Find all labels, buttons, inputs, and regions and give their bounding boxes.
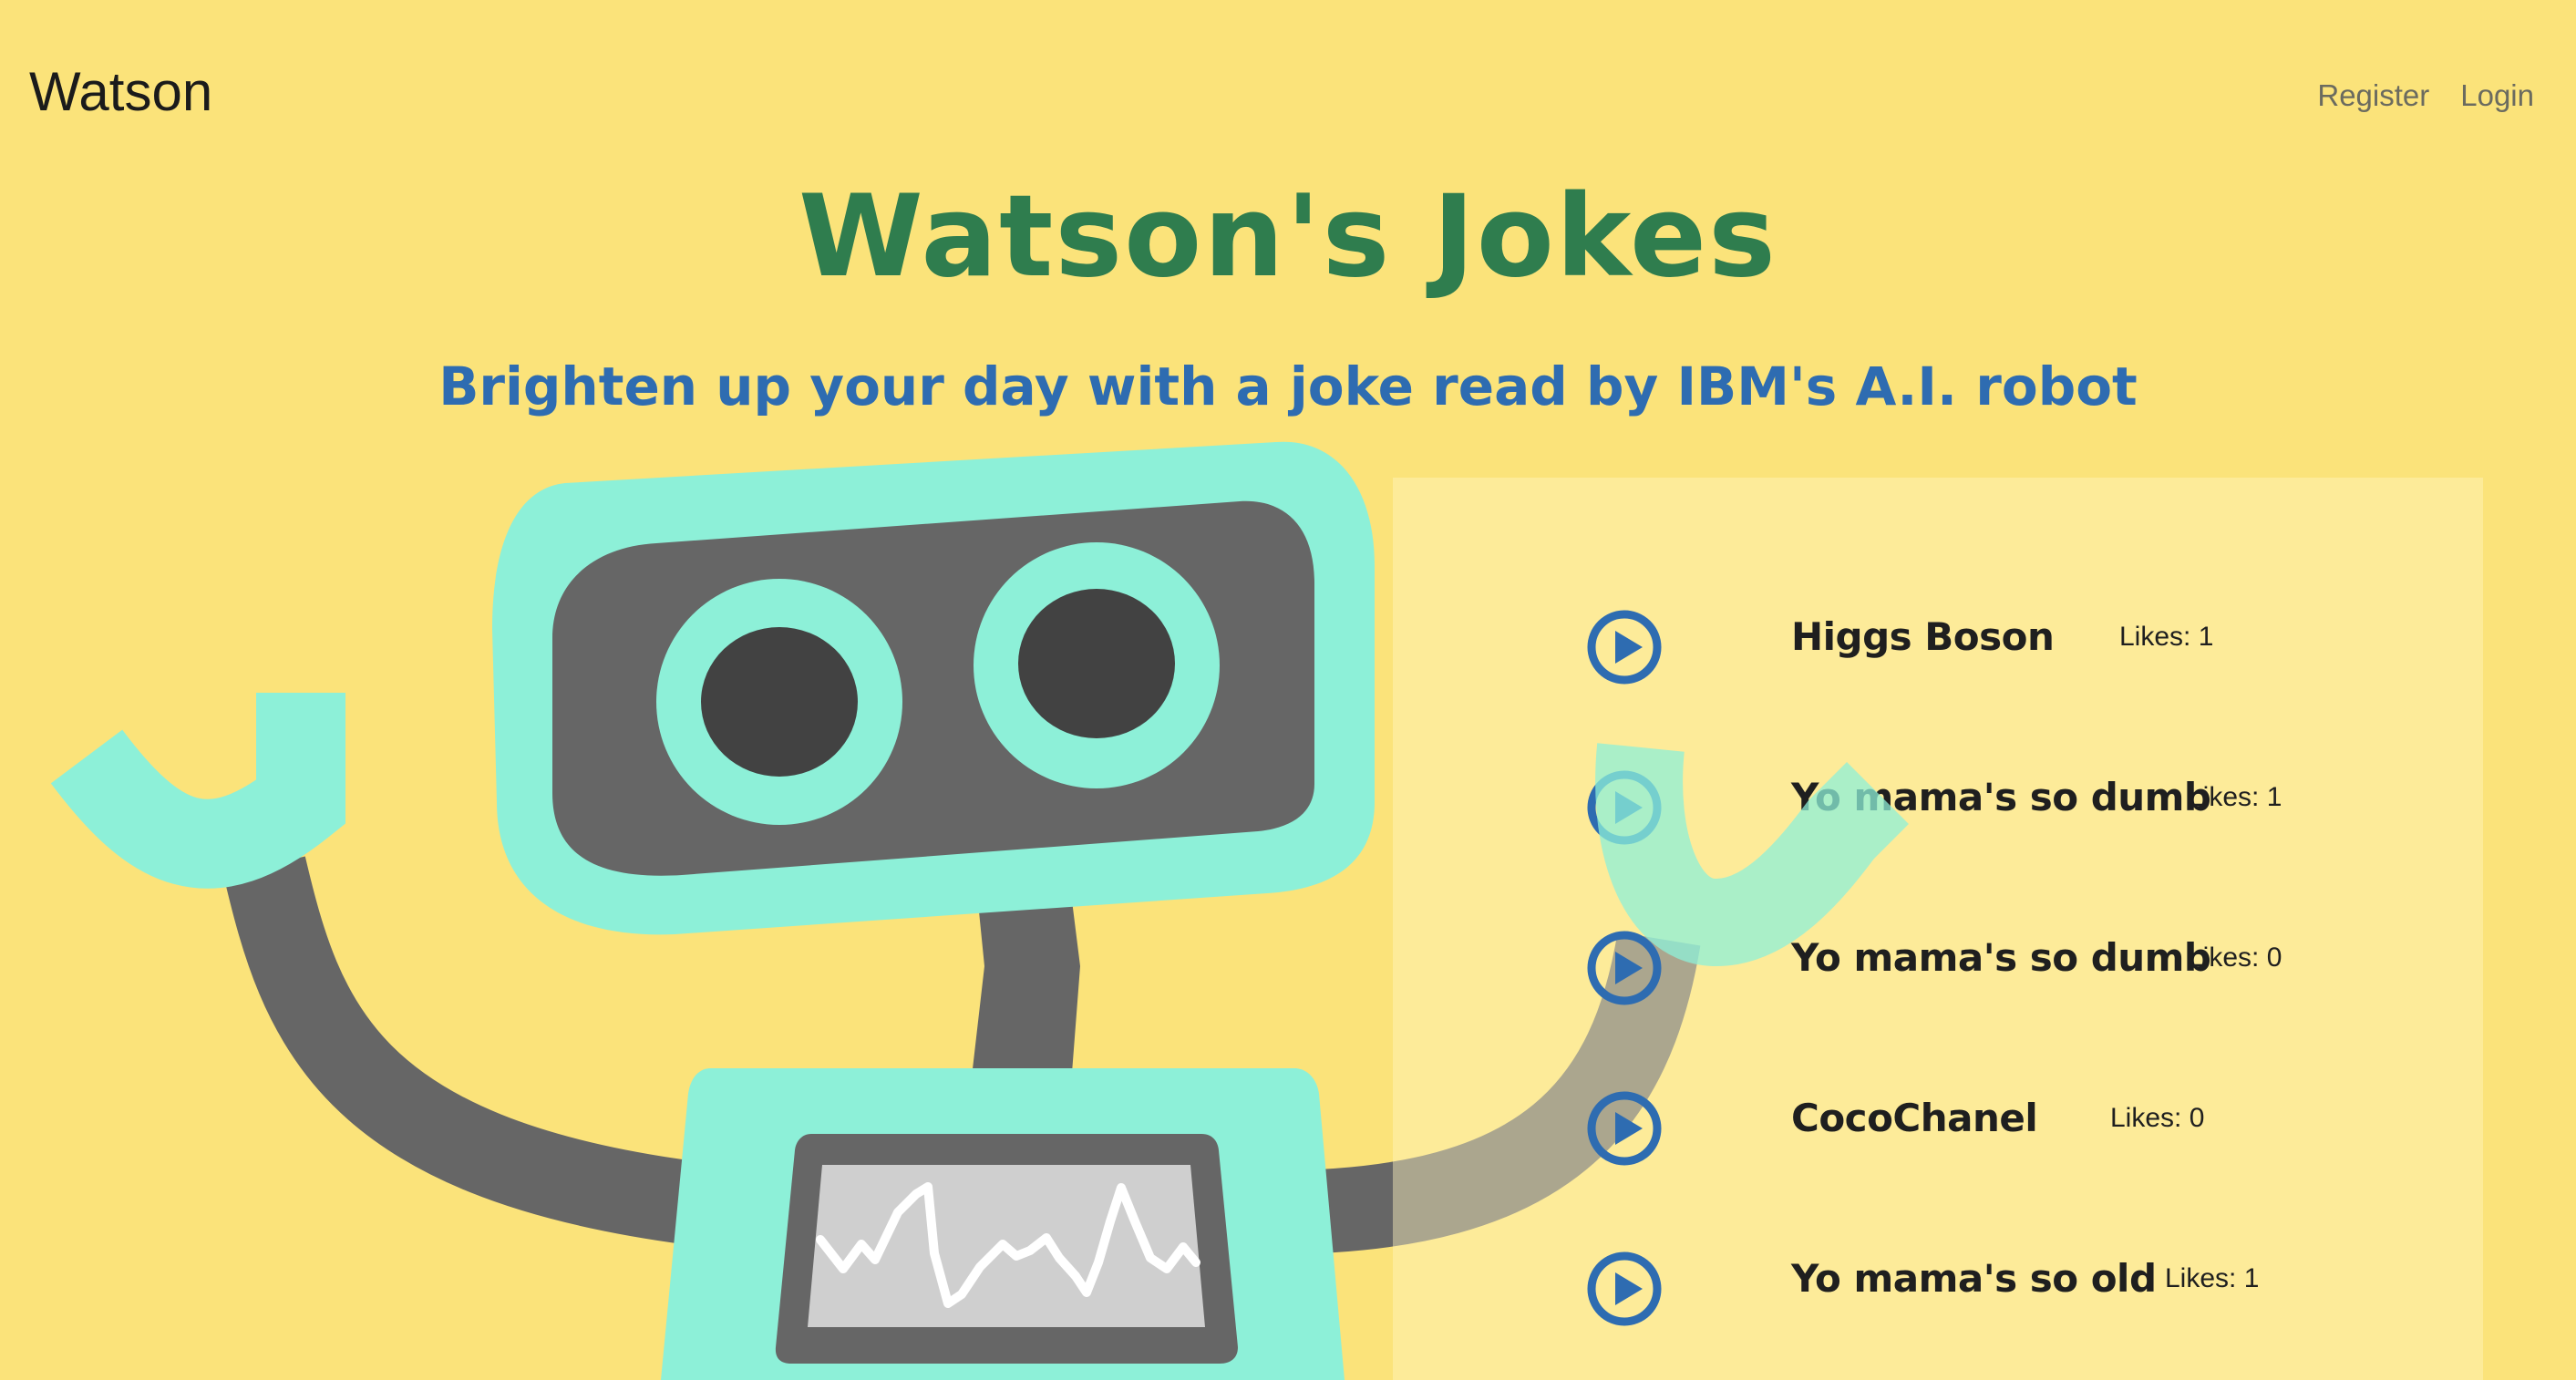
joke-list-item: CocoChanel Likes: 0 xyxy=(1393,1068,2483,1178)
play-joke-button[interactable] xyxy=(1586,930,1663,1006)
play-circle-icon xyxy=(1587,1251,1662,1326)
joke-likes-count: Likes: 0 xyxy=(2110,1103,2205,1133)
joke-title: Yo mama's so old xyxy=(1791,1256,2157,1301)
jokes-list-panel: Higgs Boson Likes: 1 Yo mama's so dumb L… xyxy=(1393,478,2483,1380)
joke-list-item: Yo mama's so dumb Likes: 1 xyxy=(1393,747,2483,857)
play-joke-button[interactable] xyxy=(1586,1251,1663,1327)
joke-list-item: Yo mama's so old Likes: 1 xyxy=(1393,1229,2483,1338)
play-joke-button[interactable] xyxy=(1586,1090,1663,1167)
play-circle-icon xyxy=(1587,770,1662,845)
joke-title: CocoChanel xyxy=(1791,1096,2038,1140)
page-subtitle: Brighten up your day with a joke read by… xyxy=(438,355,2138,417)
joke-title: Yo mama's so dumb xyxy=(1791,775,2211,819)
register-link[interactable]: Register xyxy=(2317,78,2429,113)
joke-likes-count: Likes: 1 xyxy=(2119,622,2214,652)
navbar: Watson Register Login xyxy=(0,0,2576,182)
joke-list-item: Higgs Boson Likes: 1 xyxy=(1393,587,2483,696)
play-joke-button[interactable] xyxy=(1586,769,1663,846)
joke-title: Higgs Boson xyxy=(1791,614,2055,659)
joke-likes-count: Likes: 1 xyxy=(2165,1263,2260,1293)
page-title: Watson's Jokes xyxy=(799,171,1777,303)
brand-logo-link[interactable]: Watson xyxy=(29,60,212,123)
joke-likes-count: Likes: 0 xyxy=(2188,942,2282,973)
play-circle-icon xyxy=(1587,610,1662,685)
joke-likes-count: Likes: 1 xyxy=(2188,782,2282,812)
play-joke-button[interactable] xyxy=(1586,609,1663,685)
play-circle-icon xyxy=(1587,931,1662,1005)
joke-title: Yo mama's so dumb xyxy=(1791,935,2211,980)
nav-links: Register Login xyxy=(2317,78,2534,113)
login-link[interactable]: Login xyxy=(2460,78,2534,113)
joke-list-item: Yo mama's so dumb Likes: 0 xyxy=(1393,908,2483,1017)
play-circle-icon xyxy=(1587,1091,1662,1166)
